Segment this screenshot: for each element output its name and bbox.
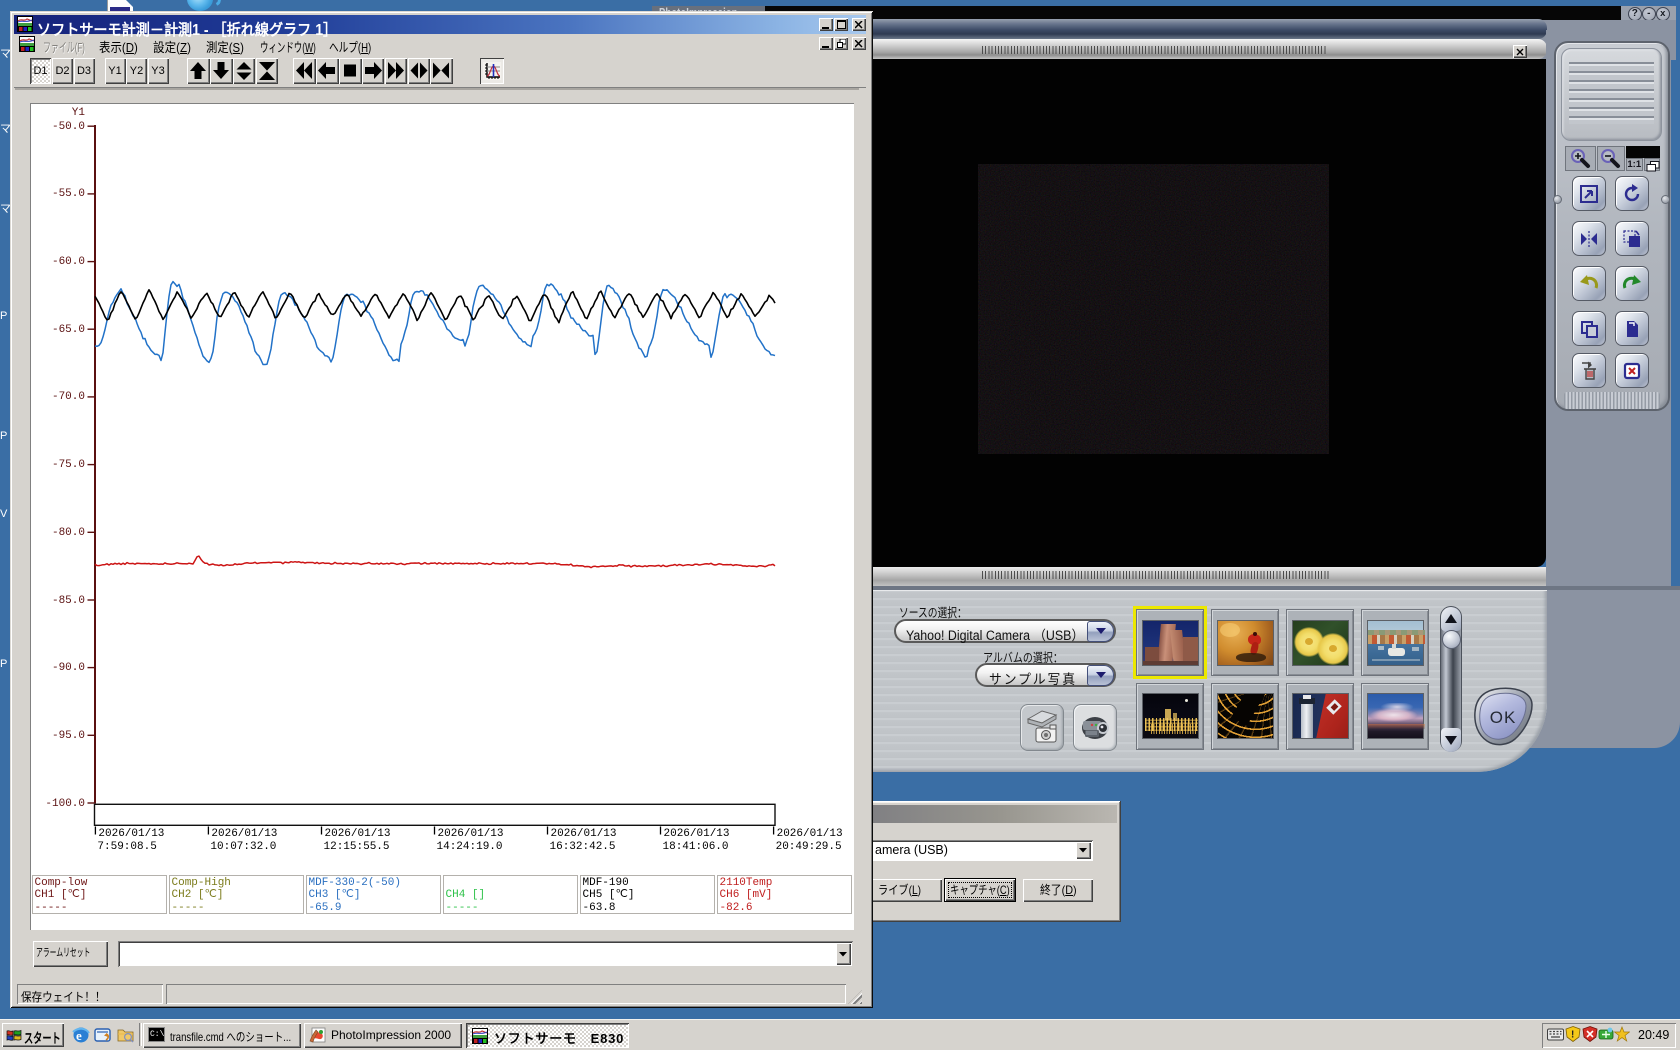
svg-text:!: ! (1571, 1030, 1574, 1041)
